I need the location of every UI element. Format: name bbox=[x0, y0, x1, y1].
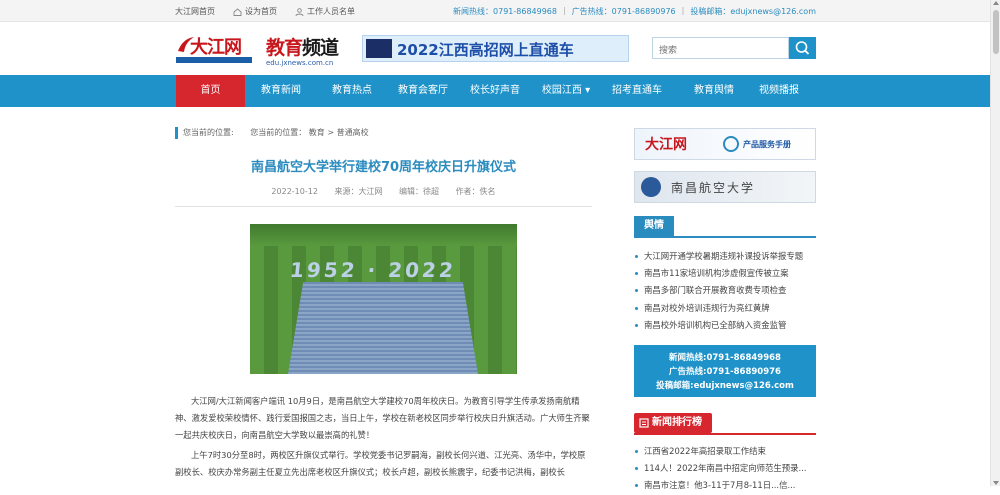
banner-text: 2022江西高招网上直通车 bbox=[397, 41, 574, 59]
search-icon bbox=[795, 41, 810, 55]
nav-item-home[interactable]: 首页 bbox=[176, 75, 245, 107]
at-symbol-icon bbox=[723, 136, 739, 152]
ranking-list: 江西省2022年高招录取工作结束 114人！2022年南昌中招定向师范生预录..… bbox=[634, 443, 816, 495]
search-button[interactable] bbox=[789, 37, 816, 59]
top-bar: 大江网首页 设为首页 工作人员名单 新闻热线：0791-86849968 | 广… bbox=[0, 0, 1000, 22]
channel-title-a: 教育 bbox=[266, 37, 303, 59]
breadcrumb-path[interactable]: 您当前的位置： 教育 > 普通高校 bbox=[250, 128, 368, 137]
article-meta: 2022-10-12 来源：大江网 编辑：徐超 作者：佚名 bbox=[175, 186, 592, 197]
section-title: 舆情 bbox=[634, 216, 674, 236]
breadcrumb: 您当前的位置: 您当前的位置： 教育 > 普通高校 bbox=[175, 127, 592, 139]
article-source: 来源：大江网 bbox=[334, 187, 383, 196]
section-header-yuqing: 舆情 bbox=[634, 216, 816, 238]
contact-box: 新闻热线:0791-86849968 广告热线:0791-86890976 投稿… bbox=[634, 345, 816, 397]
ad-logo-text: 大江网 bbox=[645, 137, 687, 153]
nav-item-edu-lounge[interactable]: 教育会客厅 bbox=[392, 75, 454, 107]
email-link[interactable]: 投稿邮箱：edujxnews@126.com bbox=[690, 6, 816, 17]
list-item[interactable]: 大江网开通学校暑期违规补课投诉举报专题 bbox=[634, 248, 816, 265]
article-paragraph: 大江网/大江新闻客户端讯 10月9日，是南昌航空大学建校70周年校庆日。为教育引… bbox=[175, 396, 590, 440]
divider: | bbox=[681, 6, 685, 15]
article-date: 2022-10-12 bbox=[271, 187, 318, 196]
nchu-ad[interactable]: 南昌航空大学 bbox=[634, 171, 816, 203]
main-nav: 首页 教育新闻 教育热点 教育会客厅 校长好声音 校园江西 ▾ 招考直通车 教育… bbox=[0, 75, 1000, 107]
ranking-icon bbox=[639, 418, 649, 428]
ad-hotline: 广告热线：0791-86890976 bbox=[571, 7, 676, 16]
nav-item-campus-jiangxi[interactable]: 校园江西 ▾ bbox=[535, 75, 597, 107]
gaokao-banner[interactable]: 2022江西高招网上直通车 bbox=[362, 35, 629, 62]
nav-item-edu-opinion[interactable]: 教育舆情 bbox=[678, 75, 750, 107]
list-item[interactable]: 114人！2022年南昌中招定向师范生预录... bbox=[634, 460, 816, 477]
list-item[interactable]: 南昌校外培训机构已全部纳入资金监管 bbox=[634, 317, 816, 334]
yuqing-list: 大江网开通学校暑期违规补课投诉举报专题 南昌市11家培训机构涉虚假宣传被立案 南… bbox=[634, 248, 816, 334]
contact-news-hotline: 新闻热线:0791-86849968 bbox=[669, 353, 781, 363]
logo-text: 大江网 bbox=[190, 37, 242, 58]
home-link[interactable]: 大江网首页 bbox=[175, 6, 215, 17]
search-box bbox=[652, 37, 789, 60]
contact-email: 投稿邮箱:edujxnews@126.com bbox=[656, 381, 794, 391]
page-scrollbar[interactable] bbox=[990, 0, 1000, 486]
channel-title-b: 频道 bbox=[302, 37, 339, 59]
set-home-link[interactable]: 设为首页 bbox=[233, 6, 277, 17]
article-author: 作者：佚名 bbox=[455, 187, 496, 196]
ad-text: 南昌航空大学 bbox=[671, 181, 756, 195]
set-home-label: 设为首页 bbox=[245, 7, 277, 16]
logo-underline bbox=[176, 57, 252, 63]
scroll-up-icon[interactable] bbox=[993, 1, 999, 5]
news-hotline: 新闻热线：0791-86849968 bbox=[453, 7, 557, 16]
nav-item-principal-voice[interactable]: 校长好声音 bbox=[464, 75, 526, 107]
divider bbox=[175, 206, 592, 207]
article-paragraph: 上午7时30分至8时，两校区升旗仪式举行。学校党委书记罗嗣海，副校长何兴道、江光… bbox=[175, 450, 586, 477]
product-manual-ad[interactable]: 大江网 产品服务手册 bbox=[634, 128, 816, 160]
site-header: 大江网 教育频道 edu.jxnews.com.cn 2022江西高招网上直通车 bbox=[0, 22, 1000, 75]
contact-ad-hotline: 广告热线:0791-86890976 bbox=[669, 367, 781, 377]
university-seal-icon bbox=[641, 177, 661, 197]
scroll-thumb[interactable] bbox=[993, 10, 999, 54]
ad-text: 产品服务手册 bbox=[743, 140, 791, 149]
nav-item-edu-news[interactable]: 教育新闻 bbox=[251, 75, 311, 107]
list-item[interactable]: 江西省2022年高招录取工作结束 bbox=[634, 443, 816, 460]
staff-list-label: 工作人员名单 bbox=[307, 7, 355, 16]
education-channel-logo[interactable]: 教育频道 edu.jxnews.com.cn bbox=[266, 33, 339, 67]
person-icon bbox=[295, 7, 304, 16]
section-title-text: 新闻排行榜 bbox=[652, 417, 702, 428]
list-item[interactable]: 南昌市11家培训机构涉虚假宣传被立案 bbox=[634, 265, 816, 282]
article-editor: 编辑：徐超 bbox=[399, 187, 440, 196]
staff-list-link[interactable]: 工作人员名单 bbox=[295, 6, 355, 17]
list-item[interactable]: 南昌多部门联合开展教育收费专项检查 bbox=[634, 282, 816, 299]
nav-item-edu-hot[interactable]: 教育热点 bbox=[322, 75, 382, 107]
photo-crowd bbox=[288, 282, 478, 374]
article-photo: 1952 · 2022 bbox=[250, 224, 517, 374]
nav-item-video[interactable]: 视频播报 bbox=[748, 75, 810, 107]
list-item[interactable]: 南昌对校外培训违规行为亮红黄牌 bbox=[634, 300, 816, 317]
section-title: 新闻排行榜 bbox=[634, 413, 712, 433]
photo-stands bbox=[250, 224, 517, 246]
dajiang-logo[interactable]: 大江网 bbox=[176, 33, 254, 63]
banner-logo-icon bbox=[366, 39, 392, 58]
search-input[interactable] bbox=[653, 40, 783, 60]
article-title: 南昌航空大学举行建校70周年校庆日升旗仪式 bbox=[250, 160, 517, 175]
channel-url: edu.jxnews.com.cn bbox=[266, 59, 334, 67]
photo-formation-text: 1952 · 2022 bbox=[288, 258, 458, 282]
section-header-ranking: 新闻排行榜 bbox=[634, 413, 816, 435]
scroll-down-icon[interactable] bbox=[993, 481, 999, 485]
breadcrumb-label: 您当前的位置: bbox=[183, 128, 234, 137]
house-icon bbox=[233, 7, 242, 16]
divider: | bbox=[562, 6, 566, 15]
nav-item-admissions[interactable]: 招考直通车 bbox=[606, 75, 668, 107]
